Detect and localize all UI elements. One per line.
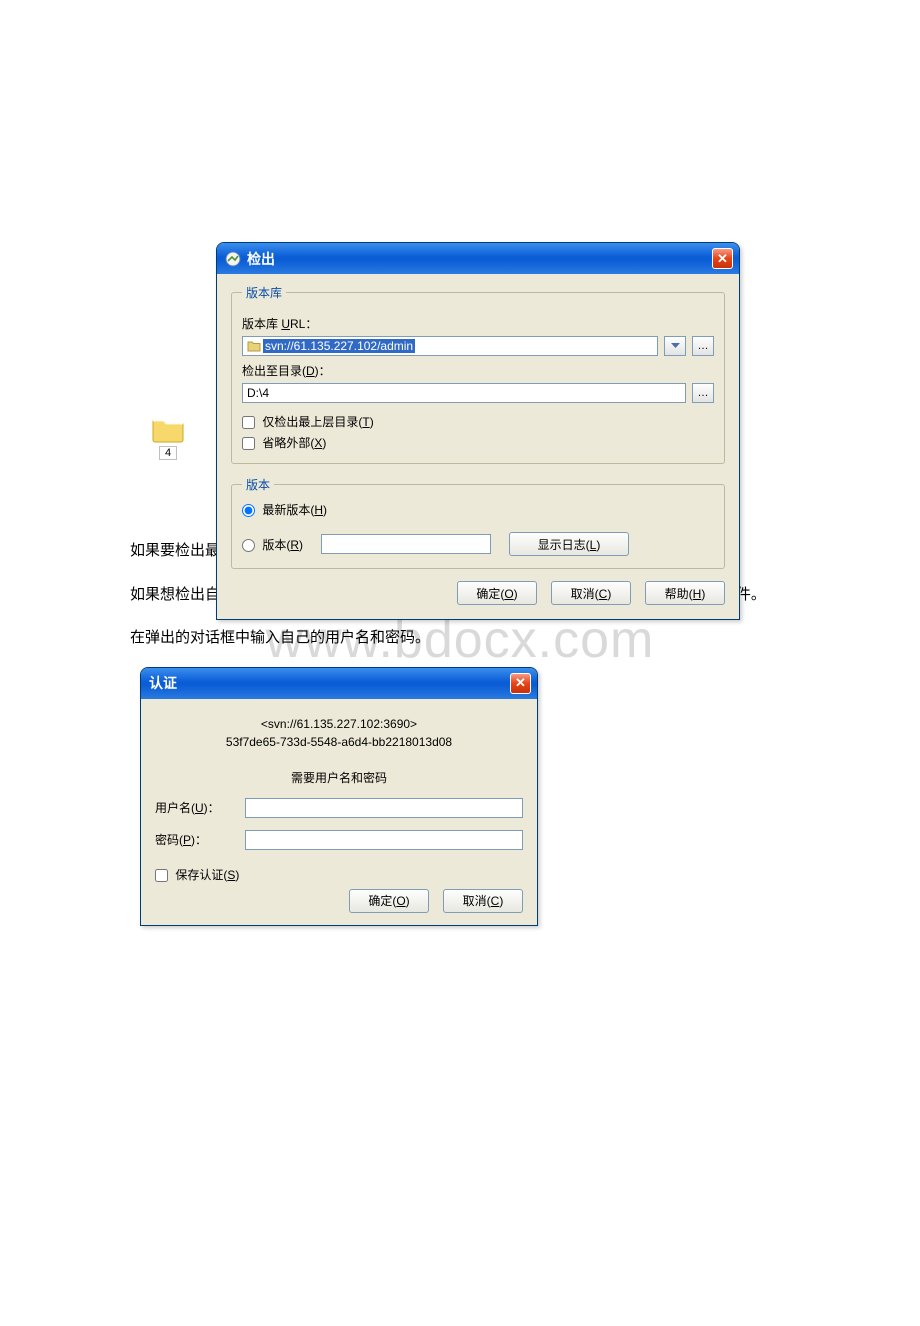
auth-dialog: 认证 ✕ <svn://61.135.227.102:3690> 53f7de6… (140, 667, 538, 926)
password-input[interactable] (245, 830, 523, 850)
cancel-button[interactable]: 取消(C) (551, 581, 631, 605)
checkout-dir-browse[interactable]: … (692, 383, 714, 403)
svn-app-icon (225, 251, 241, 267)
rev-number-input[interactable] (321, 534, 491, 554)
repo-group: 版本库 版本库 URL： svn://61.135.227.102/admin … (231, 284, 725, 464)
auth-ok-button[interactable]: 确定(O) (349, 889, 429, 913)
auth-title: 认证 (149, 673, 177, 693)
head-radio-label[interactable]: 最新版本(H) (242, 503, 327, 517)
close-button[interactable]: ✕ (712, 248, 733, 269)
only-top-checkbox[interactable] (242, 416, 255, 429)
repo-url-browse[interactable]: … (692, 336, 714, 356)
auth-need-label: 需要用户名和密码 (155, 769, 523, 786)
auth-close-button[interactable]: ✕ (510, 673, 531, 694)
ellipsis-icon: … (698, 387, 709, 399)
checkout-dir-input[interactable] (242, 383, 686, 403)
rev-radio-label[interactable]: 版本(R) (242, 536, 303, 553)
checkout-dialog: 检出 ✕ 版本库 版本库 URL： svn://61.135.227.102/a… (216, 242, 740, 620)
checkout-dir-label: 检出至目录(D)： (242, 362, 714, 379)
close-icon: ✕ (717, 251, 728, 267)
only-top-checkbox-label[interactable]: 仅检出最上层目录(T) (242, 415, 374, 429)
auth-cancel-button[interactable]: 取消(C) (443, 889, 523, 913)
repo-url-value: svn://61.135.227.102/admin (263, 339, 415, 353)
revision-group: 版本 最新版本(H) 版本(R) 显示日志(L) (231, 476, 725, 569)
desktop-folder[interactable]: 4 (150, 415, 186, 460)
save-auth-label[interactable]: 保存认证(S) (155, 868, 239, 882)
omit-externals-checkbox[interactable] (242, 437, 255, 450)
help-button[interactable]: 帮助(H) (645, 581, 725, 605)
auth-realm-line1: <svn://61.135.227.102:3690> (155, 717, 523, 731)
revision-legend: 版本 (242, 476, 274, 493)
username-input[interactable] (245, 798, 523, 818)
head-radio[interactable] (242, 504, 255, 517)
chevron-down-icon (671, 343, 680, 349)
rev-radio[interactable] (242, 539, 255, 552)
folder-mini-icon (247, 340, 261, 352)
checkout-titlebar[interactable]: 检出 ✕ (217, 243, 739, 274)
paragraph-3: 在弹出的对话框中输入自己的用户名和密码。 (100, 625, 820, 651)
ok-button[interactable]: 确定(O) (457, 581, 537, 605)
folder-label: 4 (159, 446, 177, 460)
repo-legend: 版本库 (242, 284, 286, 301)
save-auth-checkbox[interactable] (155, 869, 168, 882)
repo-url-combo[interactable]: svn://61.135.227.102/admin (242, 336, 658, 356)
omit-externals-checkbox-label[interactable]: 省略外部(X) (242, 436, 326, 450)
username-label: 用户名(U)： (155, 799, 245, 816)
checkout-title: 检出 (247, 249, 275, 269)
close-icon: ✕ (515, 675, 526, 691)
password-label: 密码(P)： (155, 831, 245, 848)
repo-url-label: 版本库 URL： (242, 315, 714, 332)
show-log-button[interactable]: 显示日志(L) (509, 532, 629, 556)
auth-titlebar[interactable]: 认证 ✕ (141, 668, 537, 699)
ellipsis-icon: … (698, 340, 709, 352)
auth-realm-line2: 53f7de65-733d-5548-a6d4-bb2218013d08 (155, 735, 523, 749)
folder-icon (151, 415, 185, 443)
repo-url-dropdown[interactable] (664, 336, 686, 356)
